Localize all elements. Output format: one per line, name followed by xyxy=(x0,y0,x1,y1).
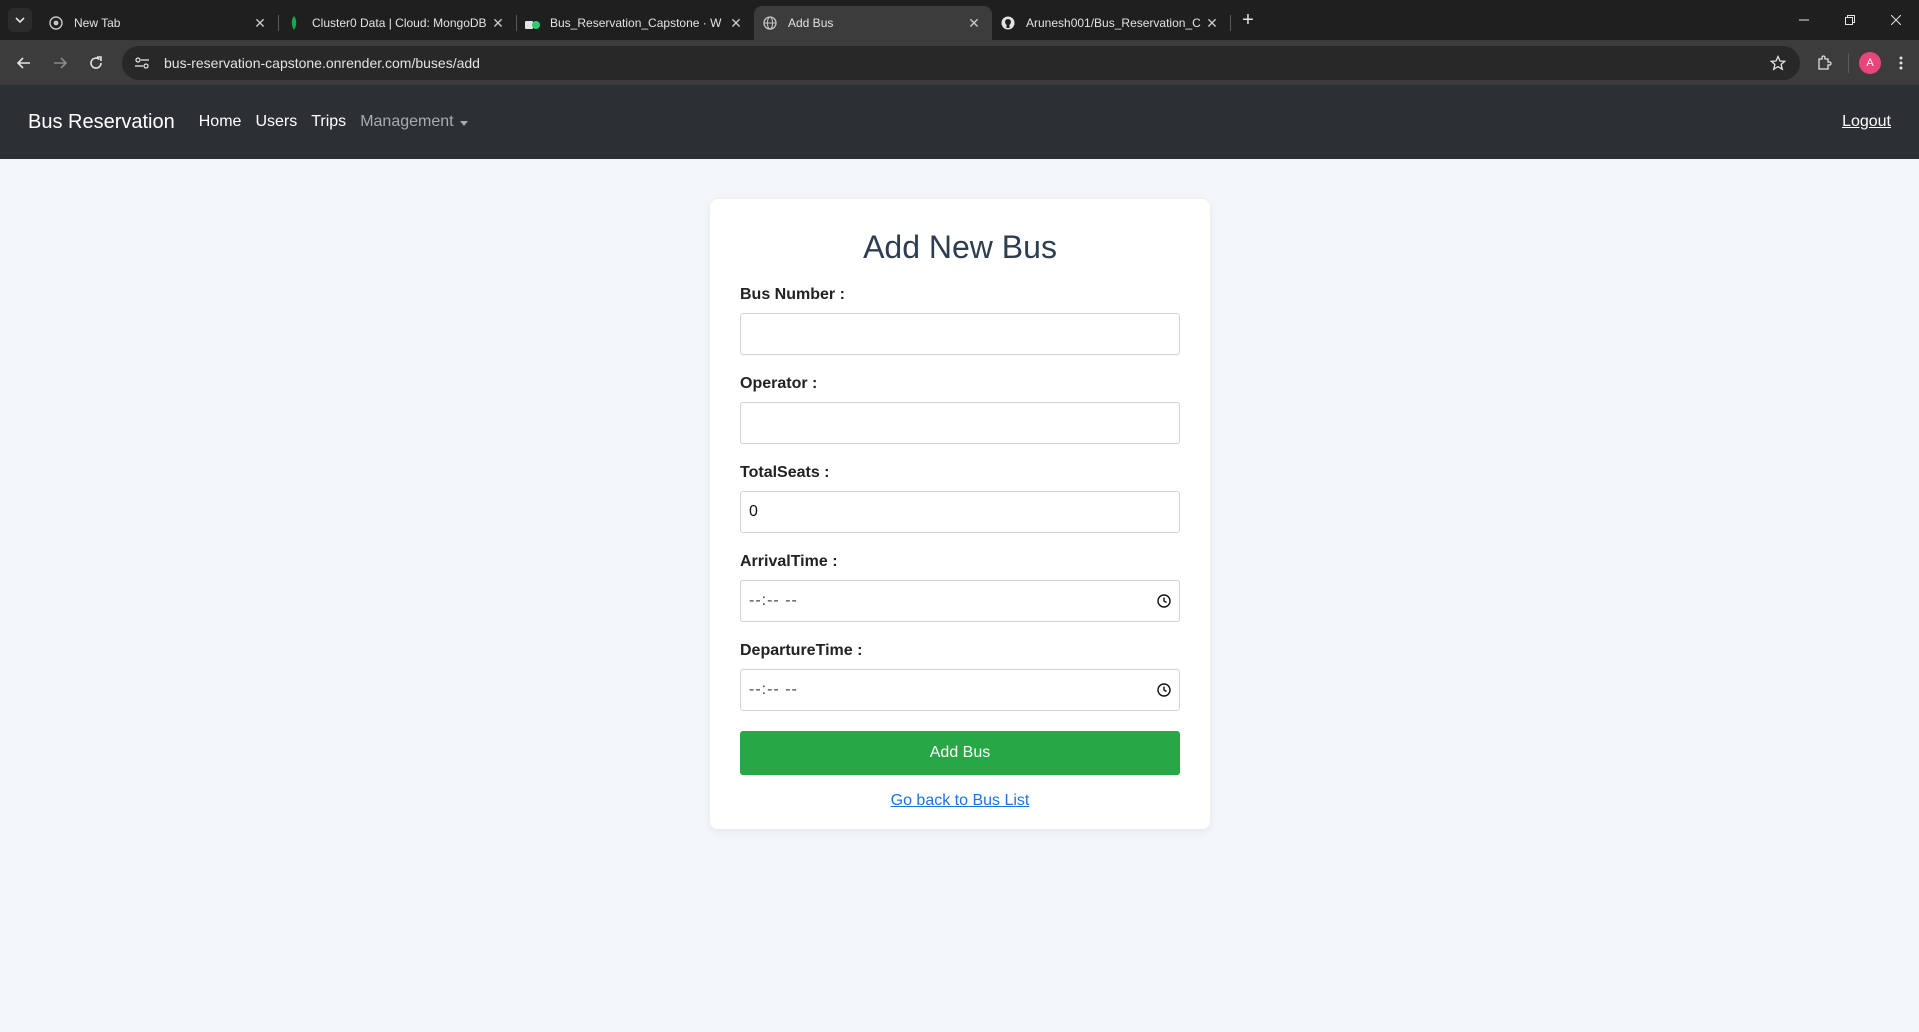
tab-title: Bus_Reservation_Capstone · W xyxy=(550,16,722,30)
tab-title: Cluster0 Data | Cloud: MongoDB xyxy=(312,16,487,30)
add-bus-form: Add New Bus Bus Number : Operator : Tota… xyxy=(710,199,1210,829)
departure-time-label: DepartureTime : xyxy=(740,642,863,659)
departure-time-input[interactable]: --:-- -- xyxy=(740,669,1180,711)
nav-users[interactable]: Users xyxy=(255,113,297,131)
operator-input[interactable] xyxy=(740,402,1180,444)
logout-link[interactable]: Logout xyxy=(1842,113,1891,131)
toolbar-right: A xyxy=(1810,49,1911,77)
close-icon[interactable]: ✕ xyxy=(252,15,268,31)
new-tab-button[interactable]: + xyxy=(1234,6,1262,34)
nav-links: Home Users Trips Management xyxy=(199,113,468,131)
arrow-left-icon xyxy=(16,56,30,69)
field-total-seats: TotalSeats : 0 xyxy=(740,464,1180,533)
total-seats-input[interactable]: 0 xyxy=(740,491,1180,533)
profile-avatar[interactable]: A xyxy=(1859,51,1881,74)
app-navbar: Bus Reservation Home Users Trips Managem… xyxy=(0,85,1919,159)
close-window-button[interactable] xyxy=(1873,0,1919,40)
tab-render[interactable]: Bus_Reservation_Capstone · W ✕ xyxy=(516,6,755,40)
forward-button[interactable] xyxy=(44,47,76,79)
plus-icon: + xyxy=(1242,8,1254,31)
chevron-down-icon xyxy=(15,17,25,24)
puzzle-icon xyxy=(1818,54,1832,70)
field-arrival-time: ArrivalTime : --:-- -- xyxy=(740,553,1180,622)
close-icon xyxy=(1891,15,1901,25)
browser-tab-bar: New Tab ✕ Cluster0 Data | Cloud: MongoDB… xyxy=(0,0,1919,40)
restore-button[interactable] xyxy=(1827,0,1873,40)
close-icon[interactable]: ✕ xyxy=(728,15,744,31)
add-bus-button[interactable]: Add Bus xyxy=(740,731,1180,775)
tab-add-bus[interactable]: Add Bus ✕ xyxy=(754,6,992,40)
field-departure-time: DepartureTime : --:-- -- xyxy=(740,642,1180,711)
bookmark-star-icon[interactable] xyxy=(1768,54,1788,71)
bus-number-label: Bus Number : xyxy=(740,286,845,303)
field-operator: Operator : xyxy=(740,375,1180,444)
close-icon[interactable]: ✕ xyxy=(966,15,982,31)
main-content: Add New Bus Bus Number : Operator : Tota… xyxy=(0,159,1919,1032)
tab-title: New Tab xyxy=(74,16,121,30)
close-icon[interactable]: ✕ xyxy=(490,15,506,31)
site-settings-icon[interactable] xyxy=(134,56,154,70)
nav-trips[interactable]: Trips xyxy=(311,113,346,131)
address-bar: bus-reservation-capstone.onrender.com/bu… xyxy=(0,40,1919,85)
tab-title: Arunesh001/Bus_Reservation_C xyxy=(1026,16,1201,30)
url-bar[interactable]: bus-reservation-capstone.onrender.com/bu… xyxy=(122,45,1800,80)
arrow-right-icon xyxy=(54,56,68,69)
restore-icon xyxy=(1845,15,1855,25)
reload-icon xyxy=(90,55,102,69)
more-vert-icon xyxy=(1899,56,1903,69)
bus-number-input[interactable] xyxy=(740,313,1180,355)
tab-search-button[interactable] xyxy=(8,8,32,32)
render-icon xyxy=(524,15,540,31)
arrival-time-label: ArrivalTime : xyxy=(740,553,838,570)
tab-mongodb[interactable]: Cluster0 Data | Cloud: MongoDB ✕ xyxy=(278,6,517,40)
departure-time-value: --:-- -- xyxy=(749,681,798,698)
back-button[interactable] xyxy=(8,47,40,79)
globe-icon xyxy=(762,15,778,31)
reload-button[interactable] xyxy=(80,47,112,79)
tab-github[interactable]: Arunesh001/Bus_Reservation_C ✕ xyxy=(992,6,1231,40)
tab-title: Add Bus xyxy=(788,16,834,30)
clock-icon[interactable] xyxy=(1157,683,1171,697)
arrival-time-input[interactable]: --:-- -- xyxy=(740,580,1180,622)
operator-label: Operator : xyxy=(740,375,818,392)
close-icon[interactable]: ✕ xyxy=(1204,15,1220,31)
tab-strip: New Tab ✕ Cluster0 Data | Cloud: MongoDB… xyxy=(40,6,1262,40)
nav-management-dropdown[interactable]: Management xyxy=(360,113,468,131)
total-seats-label: TotalSeats : xyxy=(740,464,830,481)
back-to-bus-list-link[interactable]: Go back to Bus List xyxy=(740,792,1180,810)
field-bus-number: Bus Number : xyxy=(740,286,1180,355)
clock-icon[interactable] xyxy=(1157,594,1171,608)
nav-home[interactable]: Home xyxy=(199,113,242,131)
page-title: Add New Bus xyxy=(863,229,1057,265)
caret-down-icon xyxy=(459,120,468,126)
brand-link[interactable]: Bus Reservation xyxy=(28,111,175,134)
github-icon xyxy=(1000,15,1016,31)
window-controls xyxy=(1781,0,1919,40)
minimize-icon xyxy=(1799,19,1809,21)
minimize-button[interactable] xyxy=(1781,0,1827,40)
browser-menu-button[interactable] xyxy=(1891,55,1911,71)
chrome-icon xyxy=(48,15,64,31)
extensions-button[interactable] xyxy=(1810,49,1838,77)
arrival-time-value: --:-- -- xyxy=(749,592,798,609)
mongodb-leaf-icon xyxy=(286,15,302,31)
tab-new-tab[interactable]: New Tab ✕ xyxy=(40,6,279,40)
dropdown-label: Management xyxy=(360,113,454,130)
url-text: bus-reservation-capstone.onrender.com/bu… xyxy=(164,54,480,71)
